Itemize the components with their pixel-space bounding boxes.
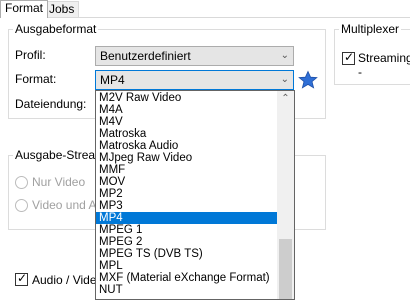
output-stream-title: Ausgabe-Stream — [13, 148, 108, 162]
multiplexer-title: Multiplexer — [339, 22, 402, 36]
format-item[interactable]: MXF (Material eXchange Format) — [96, 272, 278, 284]
format-item[interactable]: M4A — [96, 104, 278, 116]
checkmark-icon: ✓ — [344, 50, 355, 64]
profile-select[interactable]: Benutzerdefiniert ⌄ — [95, 46, 294, 66]
tab-jobs[interactable]: Jobs — [44, 1, 80, 17]
video-audio-label: Video und Au — [32, 198, 104, 212]
format-item[interactable]: M2V Raw Video — [96, 92, 278, 104]
scrollbar-thumb[interactable] — [279, 239, 292, 299]
format-item[interactable]: M4V — [96, 116, 278, 128]
streaming-label: Streaming - — [358, 51, 410, 79]
tab-divider — [0, 17, 410, 18]
format-item[interactable]: MP3 — [96, 200, 278, 212]
output-format-title: Ausgabeformat — [13, 22, 99, 36]
format-item[interactable]: MPEG 2 — [96, 236, 278, 248]
format-item[interactable]: NUT — [96, 284, 278, 296]
streaming-checkbox[interactable]: ✓ — [342, 50, 355, 65]
audio-video-checkbox[interactable]: ✓ — [15, 271, 28, 286]
chevron-down-icon: ⌄ — [280, 50, 289, 61]
format-item[interactable]: MPL — [96, 260, 278, 272]
format-select[interactable]: MP4 ⌄ — [95, 70, 294, 90]
format-label: Format: — [15, 72, 57, 86]
chevron-down-icon: ⌄ — [280, 74, 289, 85]
format-dropdown-list[interactable]: M2V Raw Video M4A M4V Matroska Matroska … — [95, 90, 295, 300]
format-item[interactable]: MOV — [96, 176, 278, 188]
format-value: MP4 — [100, 73, 125, 87]
file-ext-label: Dateiendung: — [15, 97, 87, 111]
tab-format[interactable]: Format — [0, 0, 49, 18]
format-item[interactable]: MPEG 1 — [96, 224, 278, 236]
format-item[interactable]: Matroska Audio — [96, 140, 278, 152]
video-audio-radio[interactable] — [15, 199, 28, 212]
only-video-radio[interactable] — [15, 176, 28, 189]
format-item[interactable]: MJpeg Raw Video — [96, 152, 278, 164]
dropdown-scrollbar[interactable]: ⌃ — [277, 91, 294, 299]
format-item[interactable]: MP2 — [96, 188, 278, 200]
format-item-selected[interactable]: MP4 — [96, 212, 278, 224]
format-item[interactable]: Matroska — [96, 128, 278, 140]
profile-value: Benutzerdefiniert — [100, 49, 191, 63]
star-icon[interactable] — [298, 70, 318, 90]
only-video-label: Nur Video — [32, 175, 86, 189]
format-item[interactable]: MPEG TS (DVB TS) — [96, 248, 278, 260]
audio-video-label: Audio / Video — [32, 273, 104, 287]
checkmark-icon: ✓ — [17, 271, 28, 285]
profile-label: Profil: — [15, 48, 46, 62]
format-item[interactable]: MMF — [96, 164, 278, 176]
chevron-up-icon[interactable]: ⌃ — [277, 91, 294, 107]
